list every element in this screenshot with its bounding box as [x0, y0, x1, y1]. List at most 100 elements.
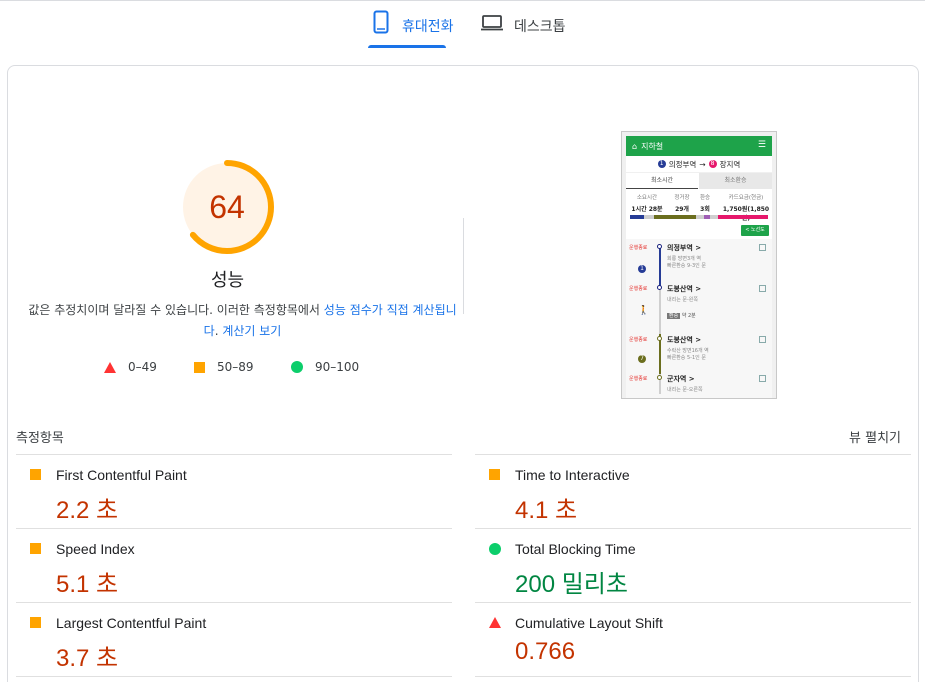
- station-sub: 내리는 문-오른쪽: [667, 387, 703, 393]
- triangle-icon: [489, 617, 501, 628]
- metric-fcp: First Contentful Paint 2.2 초: [16, 454, 452, 528]
- square-icon: [30, 617, 41, 628]
- route-to: 장지역: [719, 159, 741, 169]
- metric-tbt: Total Blocking Time 200 밀리초: [475, 528, 911, 602]
- legend-fail-label: 0–49: [128, 360, 157, 374]
- metric-speed-index: Speed Index 5.1 초: [16, 528, 452, 602]
- station-name: 도봉산역 >: [667, 285, 702, 293]
- performance-gauge: 64: [177, 157, 277, 257]
- score-calculation-link-end[interactable]: 다: [204, 324, 215, 338]
- divider: [475, 676, 911, 677]
- menu-icon: ☰: [757, 140, 766, 150]
- metric-lcp: Largest Contentful Paint 3.7 초: [16, 602, 452, 676]
- station-sub: 수락산 방면16개 역: [667, 348, 709, 354]
- app-header-title: 지하철: [641, 141, 664, 151]
- metric-value: 0.766: [515, 638, 576, 665]
- tab-min-time: 최소시간: [626, 173, 698, 189]
- stat-transfers: 환승 3회: [699, 195, 711, 213]
- line-segment: [659, 247, 661, 290]
- tab-mobile-label: 휴대전화: [402, 19, 454, 35]
- legend-pass: 90–100: [291, 360, 359, 374]
- metric-name: Largest Contentful Paint: [56, 615, 207, 631]
- square-icon: [194, 361, 205, 373]
- line7-badge: 7: [638, 355, 646, 363]
- route-map-button: < 노선도: [741, 225, 769, 236]
- divider: [16, 676, 452, 677]
- metric-value: 3.7 초: [56, 645, 119, 672]
- station-node: [657, 285, 662, 290]
- metric-value: 2.2 초: [56, 497, 119, 524]
- expand-view-button[interactable]: 뷰 펼치기: [849, 427, 901, 446]
- stat-stations: 정거장 29개: [674, 195, 690, 213]
- metric-cls: Cumulative Layout Shift 0.766: [475, 602, 911, 676]
- metric-name: First Contentful Paint: [56, 467, 187, 483]
- square-icon: [489, 469, 500, 480]
- calendar-icon: [759, 336, 766, 343]
- station-name: 도봉산역 >: [667, 336, 702, 344]
- calendar-icon: [759, 285, 766, 292]
- performance-title: 성능: [210, 270, 245, 291]
- score-calculation-link[interactable]: 성능 점수가 직접 계산됩니: [324, 303, 457, 317]
- line1-badge: 1: [657, 160, 666, 168]
- station-node: [657, 244, 662, 249]
- legend-average-label: 50–89: [217, 360, 254, 374]
- square-icon: [30, 543, 41, 554]
- triangle-icon: [104, 361, 116, 373]
- active-tab-indicator: [368, 45, 446, 48]
- route-option-tabs: 최소시간 최소환승: [626, 173, 772, 189]
- station-sub: 빠른환승 5-1인 문: [667, 355, 706, 361]
- station-status: 운행종료: [629, 286, 648, 292]
- walk-icon: 🚶: [638, 306, 650, 316]
- station-name: 군자역 >: [667, 375, 695, 383]
- station-status: 운행종료: [629, 245, 648, 251]
- device-tabs: 휴대전화 데스크톱: [0, 0, 925, 50]
- station-status: 운행종료: [629, 337, 648, 343]
- walk-segment: [659, 287, 661, 334]
- circle-icon: [489, 543, 501, 555]
- performance-description: 값은 추정치이며 달라질 수 있습니다. 이러한 측정항목에서 성능 점수가 직…: [20, 300, 465, 342]
- score-legend: 0–49 50–89 90–100: [0, 360, 455, 380]
- station-sub: 빠른환승 9-3인 문: [667, 263, 706, 269]
- route-summary: 1 의정부역 → 8 장지역: [626, 156, 772, 172]
- route-stats: 소요시간 1시간 28분 정거장 29개 환승 3회 카드요금(현금) 1,750원(1…: [626, 189, 772, 223]
- metric-tti: Time to Interactive 4.1 초: [475, 454, 911, 528]
- tab-desktop-label: 데스크톱: [514, 19, 566, 35]
- circle-icon: [291, 361, 303, 373]
- calendar-icon: [759, 244, 766, 251]
- tab-min-transfer: 최소환승: [699, 173, 772, 189]
- metric-name: Total Blocking Time: [515, 541, 636, 557]
- line8-badge: 8: [708, 160, 717, 168]
- station-status: 운행종료: [629, 376, 648, 382]
- route-from: 의정부역: [668, 159, 697, 169]
- home-icon: ⌂: [632, 141, 638, 151]
- stat-time: 소요시간 1시간 28분: [631, 195, 663, 213]
- legend-pass-label: 90–100: [315, 360, 360, 374]
- calculator-link[interactable]: 계산기 보기: [222, 324, 281, 338]
- station-node: [657, 336, 662, 341]
- app-header: ⌂ 지하철 ☰: [626, 136, 772, 156]
- metric-value: 200 밀리초: [515, 571, 628, 598]
- metric-value: 5.1 초: [56, 571, 119, 598]
- metric-name: Cumulative Layout Shift: [515, 615, 663, 631]
- tab-desktop[interactable]: 데스크톱: [480, 10, 566, 48]
- smartphone-icon: [370, 10, 392, 36]
- station-list: 운행종료 의정부역 > 회룡 방면3개 역 빠른환승 9-3인 문 1 운행종료…: [626, 239, 772, 398]
- metric-name: Time to Interactive: [515, 467, 630, 483]
- legend-average: 50–89: [194, 360, 254, 374]
- line1-badge: 1: [638, 265, 646, 273]
- station-sub: 회룡 방면3개 역: [667, 256, 701, 262]
- station-sub: 내리는 문-왼쪽: [667, 297, 698, 303]
- transfer-info: 환승 약 2분: [667, 313, 696, 319]
- performance-score: 64: [209, 188, 245, 225]
- tab-mobile[interactable]: 휴대전화: [370, 10, 454, 48]
- desc-prefix: 값은 추정치이며 달라질 수 있습니다. 이러한 측정항목에서: [28, 303, 324, 317]
- station-node: [657, 375, 662, 380]
- laptop-icon: [480, 10, 504, 36]
- route-map-row: < 노선도: [626, 223, 772, 239]
- arrow-right-icon: →: [699, 159, 706, 169]
- calendar-icon: [759, 375, 766, 382]
- page-screenshot: ⌂ 지하철 ☰ 1 의정부역 → 8 장지역 최소시간 최소환승 소요시간 1시간…: [621, 131, 777, 399]
- metrics-title: 측정항목: [16, 431, 64, 446]
- square-icon: [30, 469, 41, 480]
- legend-fail: 0–49: [104, 360, 157, 374]
